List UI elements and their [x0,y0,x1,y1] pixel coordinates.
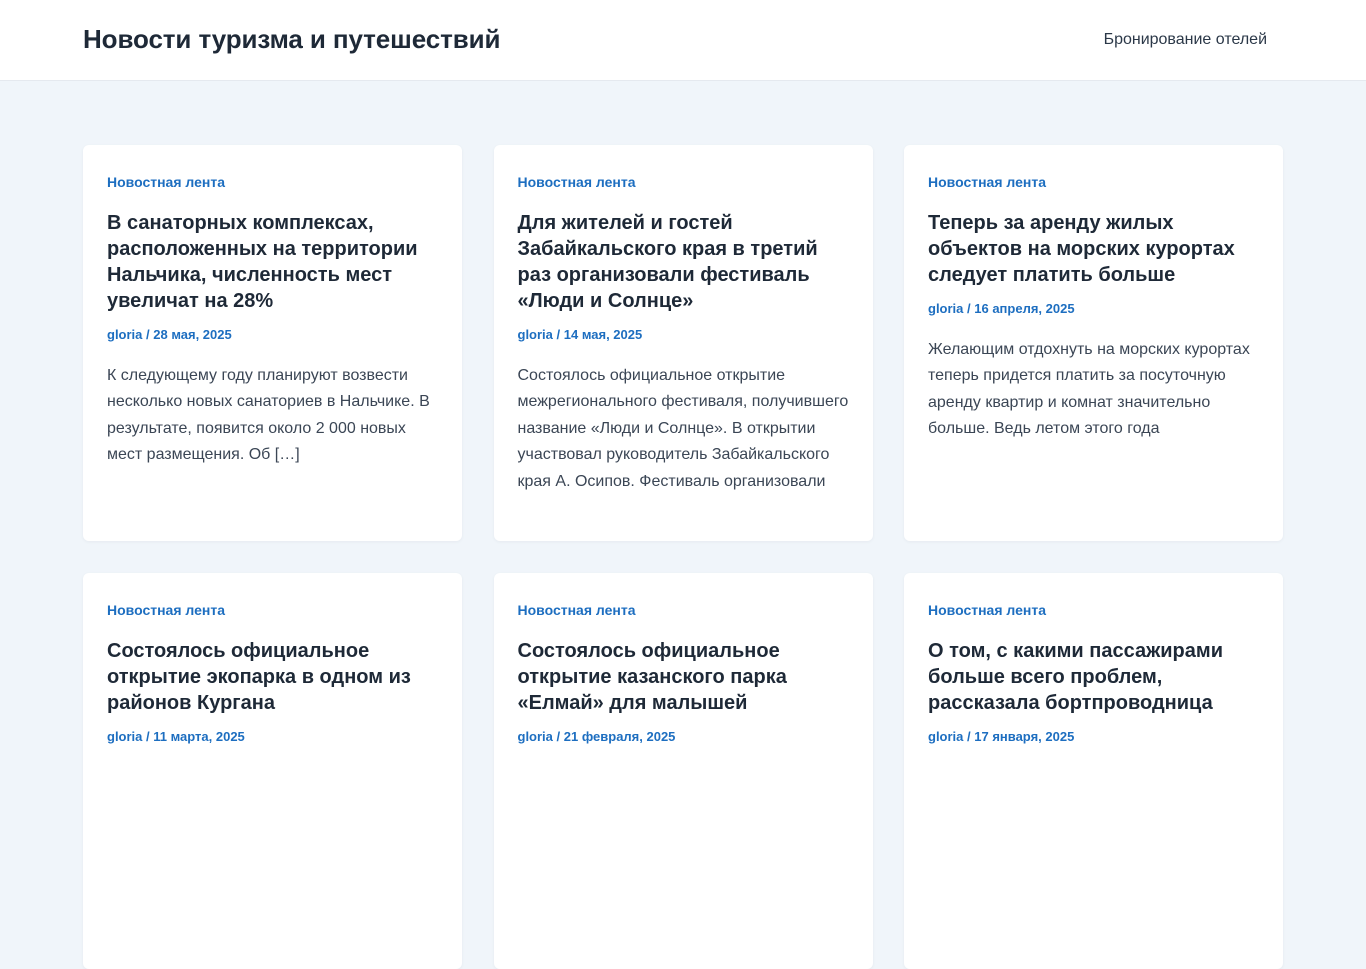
post-meta: gloria / 14 мая, 2025 [518,326,849,344]
post-category-link[interactable]: Новостная лента [928,173,1259,191]
nav-link-hotel-booking[interactable]: Бронирование отелей [1104,30,1267,50]
post-author-link[interactable]: gloria [107,729,142,744]
post-author-link[interactable]: gloria [928,301,963,316]
post-author-link[interactable]: gloria [518,729,553,744]
post-author-link[interactable]: gloria [107,327,142,342]
post-excerpt: Состоялось официальное открытие межрегио… [517,367,849,490]
post-category-link[interactable]: Новостная лента [928,601,1259,619]
post-title-link[interactable]: В санаторных комплексах, расположенных н… [107,210,438,314]
post-card: Новостная лента Для жителей и гостей Заб… [493,145,873,541]
post-card: Новостная лента Состоялось официальное о… [493,573,873,969]
site-title[interactable]: Новости туризма и путешествий [83,24,500,54]
post-meta: gloria / 11 марта, 2025 [107,728,438,746]
post-card: Новостная лента Состоялось официальное о… [83,573,462,969]
post-title-link[interactable]: О том, с какими пассажирами больше всего… [928,638,1259,716]
post-category-link[interactable]: Новостная лента [107,601,438,619]
post-excerpt: Желающим отдохнуть на морских курортах т… [928,341,1250,438]
post-date: 11 марта, 2025 [153,729,245,744]
post-date: 16 апреля, 2025 [974,301,1075,316]
post-meta: gloria / 28 мая, 2025 [107,326,438,344]
meta-separator: / [552,729,564,744]
post-card: Новостная лента Теперь за аренду жилых о… [904,145,1283,541]
post-meta: gloria / 21 февраля, 2025 [518,728,849,746]
site-header: Новости туризма и путешествий Бронирован… [0,0,1366,81]
post-category-link[interactable]: Новостная лента [107,173,438,191]
meta-separator: / [552,327,564,342]
post-title-link[interactable]: Состоялось официальное открытие казанско… [518,638,849,716]
post-date: 21 февраля, 2025 [563,729,676,744]
post-author-link[interactable]: gloria [518,327,553,342]
meta-separator: / [142,327,154,342]
post-author-link[interactable]: gloria [928,729,963,744]
post-title-link[interactable]: Состоялось официальное открытие экопарка… [107,638,438,716]
post-date: 17 января, 2025 [974,729,1075,744]
post-meta: gloria / 16 апреля, 2025 [928,300,1259,318]
post-card: Новостная лента О том, с какими пассажир… [904,573,1283,969]
post-category-link[interactable]: Новостная лента [518,173,849,191]
post-date: 28 мая, 2025 [153,327,232,342]
post-excerpt: К следующему году планируют возвести нес… [107,367,430,464]
post-date: 14 мая, 2025 [563,327,643,342]
posts-grid: Новостная лента В санаторных комплексах,… [83,145,1283,969]
post-card: Новостная лента В санаторных комплексах,… [83,145,462,541]
post-title-link[interactable]: Теперь за аренду жилых объектов на морск… [928,210,1259,288]
post-title-link[interactable]: Для жителей и гостей Забайкальского края… [518,210,849,314]
meta-separator: / [963,729,975,744]
meta-separator: / [142,729,154,744]
post-category-link[interactable]: Новостная лента [518,601,849,619]
post-meta: gloria / 17 января, 2025 [928,728,1259,746]
meta-separator: / [963,301,975,316]
